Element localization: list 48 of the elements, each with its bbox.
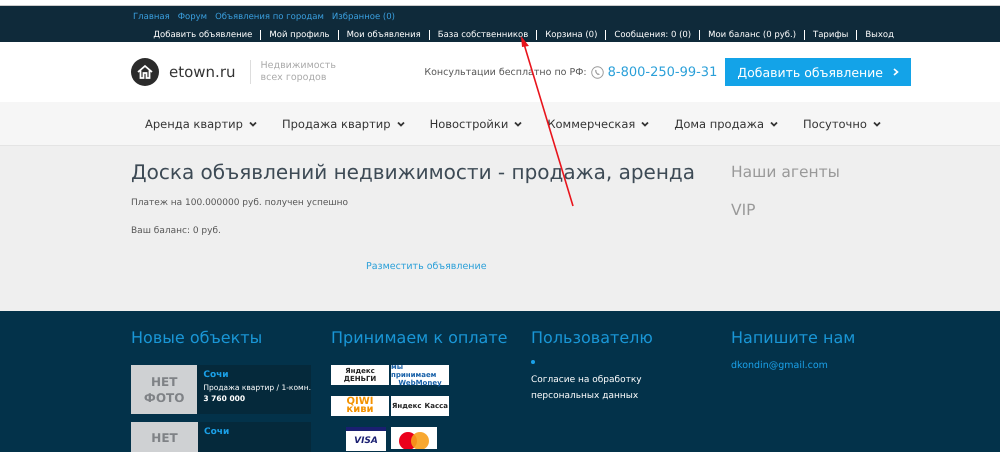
footer-heading: Принимаем к оплате: [331, 328, 509, 347]
caret-icon: [396, 120, 405, 126]
user-menu-link[interactable]: Мой профиль: [260, 30, 338, 40]
phone-icon: [590, 66, 604, 78]
nav-menu-item[interactable]: Новостройки: [430, 116, 522, 130]
no-photo-placeholder: НЕТ: [131, 422, 198, 452]
top-link[interactable]: Форум: [178, 12, 208, 22]
no-photo-placeholder: НЕТ ФОТО: [131, 365, 198, 414]
user-menu-link[interactable]: Мои баланс (0 руб.): [699, 30, 804, 40]
bullet-icon: [531, 360, 535, 364]
user-menu-link[interactable]: Корзина (0): [536, 30, 606, 40]
nav-menu-item[interactable]: Продажа квартир: [282, 116, 405, 130]
user-menu-link[interactable]: Тарифы: [804, 30, 856, 40]
caret-icon: [872, 120, 881, 126]
site-name[interactable]: etown.ru: [169, 63, 236, 81]
user-menu-link[interactable]: Сообщения: 0 (0): [605, 30, 700, 40]
user-menu-link[interactable]: Мои объявления: [338, 30, 429, 40]
nav-menu-item[interactable]: Аренда квартир: [145, 116, 257, 130]
visa-logo: VISA: [346, 427, 386, 451]
nav-menu-item[interactable]: Посуточно: [803, 116, 881, 130]
listing-city: Сочи: [203, 370, 230, 380]
consent-link[interactable]: Согласие на обработку персональных данных: [531, 372, 711, 404]
user-menu-link[interactable]: Выход: [856, 30, 902, 40]
caret-icon: [641, 120, 650, 126]
agents-heading: Наши агенты: [731, 163, 840, 181]
top-link[interactable]: Избранное (0): [332, 12, 395, 22]
user-menu-link[interactable]: Добавить объявление: [145, 30, 260, 40]
nav-menu-item[interactable]: Дома продажа: [674, 116, 778, 130]
house-logo-icon[interactable]: [131, 58, 159, 86]
listing-card[interactable]: НЕТ Сочи: [131, 422, 311, 452]
payment-message: Платеж на 100.000000 руб. получен успешно: [131, 198, 350, 208]
vip-heading: VIP: [731, 201, 757, 219]
chevron-icon: [893, 68, 899, 76]
balance-text: Ваш баланс: 0 руб.: [131, 226, 222, 236]
listing-city: Сочи: [204, 427, 230, 437]
footer-heading: Напишите нам: [731, 328, 856, 347]
top-link[interactable]: Главная: [133, 12, 170, 22]
qiwi-logo: QIWI киви: [331, 396, 389, 416]
caret-icon: [770, 120, 778, 126]
caret-icon: [514, 120, 522, 126]
footer-heading: Пользователю: [531, 328, 654, 347]
email-link[interactable]: dkondin@gmail.com: [731, 360, 931, 371]
site-tagline: Недвижимость всех городов: [250, 60, 351, 84]
caret-icon: [248, 120, 257, 126]
nav-menu-item[interactable]: Коммерческая: [547, 116, 650, 130]
footer-heading: Новые объекты: [131, 328, 264, 347]
mastercard-logo: [391, 427, 437, 449]
top-link[interactable]: Объявления по городам: [215, 12, 324, 22]
